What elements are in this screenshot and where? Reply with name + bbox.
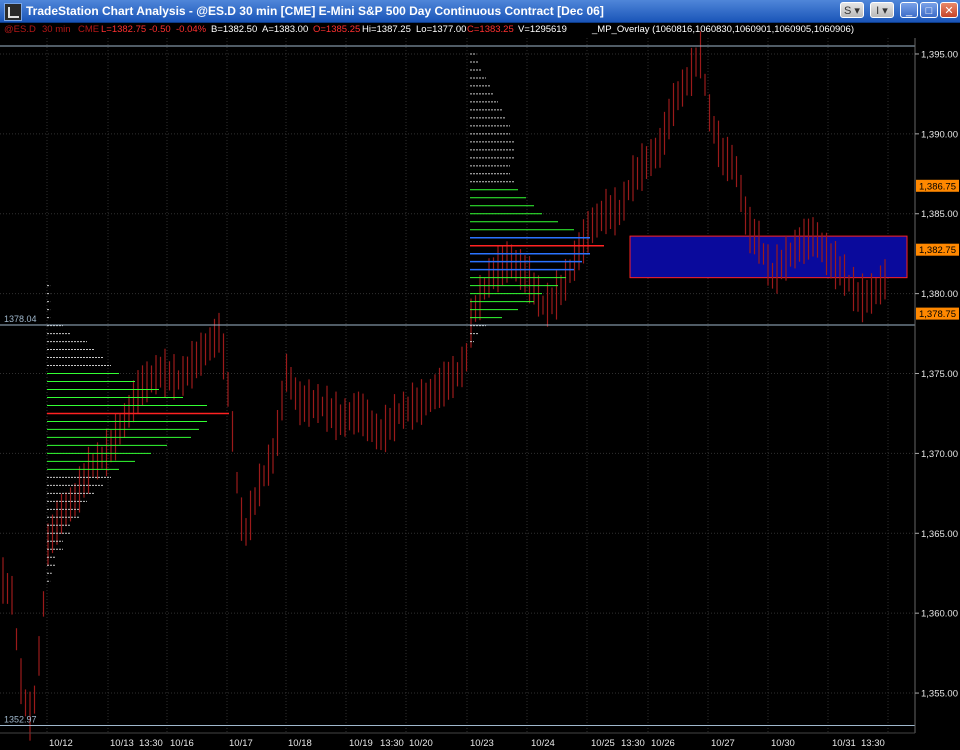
price-axis-label: 1,395.00 bbox=[921, 49, 958, 60]
time-axis-label: 10/19 bbox=[349, 738, 373, 749]
time-axis-label: 10/18 bbox=[288, 738, 312, 749]
chart-window: TradeStation Chart Analysis - @ES.D 30 m… bbox=[0, 0, 960, 750]
price-axis-label: 1,380.00 bbox=[921, 289, 958, 300]
time-axis-label: 10/17 bbox=[229, 738, 253, 749]
price-axis-label: 1,360.00 bbox=[921, 609, 958, 620]
time-axis-label: 10/27 bbox=[711, 738, 735, 749]
reference-line-label: 1352.97 bbox=[4, 714, 37, 724]
time-axis-label: 13:30 bbox=[380, 738, 404, 749]
price-axis-label: 1,375.00 bbox=[921, 369, 958, 380]
price-axis-label: 1,385.00 bbox=[921, 209, 958, 220]
time-axis-label: 13:30 bbox=[621, 738, 645, 749]
price-bars bbox=[2, 31, 886, 741]
price-tag-label: 1,386.75 bbox=[919, 181, 956, 192]
price-axis-label: 1,370.00 bbox=[921, 449, 958, 460]
price-axis-label: 1,390.00 bbox=[921, 129, 958, 140]
price-chart[interactable]: 1378.04 1352.97 1,395.00 1,390.00 1,385.00 1,… bbox=[0, 0, 960, 750]
time-axis-label: 13:30 bbox=[861, 738, 885, 749]
price-tag-label: 1,382.75 bbox=[919, 245, 956, 256]
time-axis-label: 10/13 bbox=[110, 738, 134, 749]
time-axis-label: 10/23 bbox=[470, 738, 494, 749]
market-profile bbox=[470, 53, 604, 343]
time-axis-label: 10/25 bbox=[591, 738, 615, 749]
time-axis-label: 10/31 bbox=[832, 738, 856, 749]
price-axis-label: 1,365.00 bbox=[921, 529, 958, 540]
market-profile bbox=[47, 285, 229, 582]
price-tag-label: 1,378.75 bbox=[919, 309, 956, 320]
time-axis-label: 13:30 bbox=[139, 738, 163, 749]
reference-line-label: 1378.04 bbox=[4, 314, 37, 324]
time-axis-label: 10/30 bbox=[771, 738, 795, 749]
time-axis-label: 10/24 bbox=[531, 738, 555, 749]
time-axis-label: 10/26 bbox=[651, 738, 675, 749]
time-axis-label: 10/20 bbox=[409, 738, 433, 749]
price-axis-label: 1,355.00 bbox=[921, 689, 958, 700]
time-axis-label: 10/16 bbox=[170, 738, 194, 749]
time-axis-label: 10/12 bbox=[49, 738, 73, 749]
